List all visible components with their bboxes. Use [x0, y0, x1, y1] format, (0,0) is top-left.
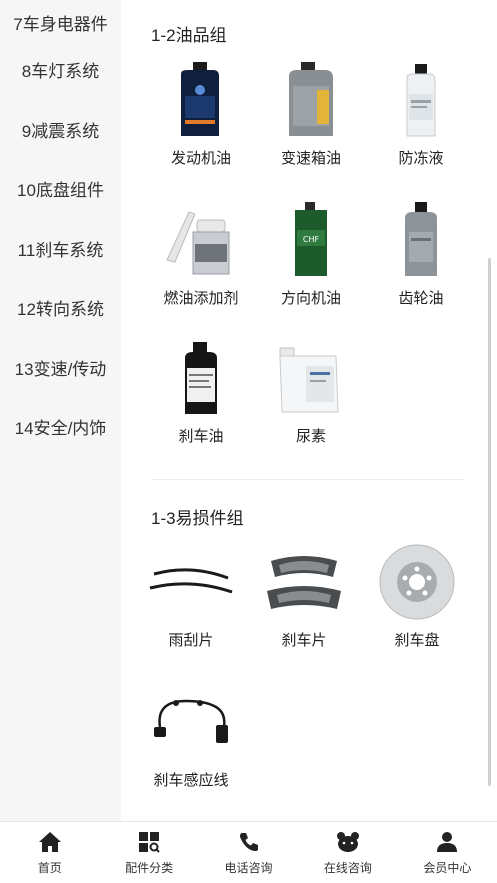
product-brake-sensor-wire[interactable]: 刹车感应线 [131, 682, 251, 790]
fuel-additive-can-image [141, 200, 261, 280]
product-steering-oil[interactable]: CHF 方向机油 [251, 200, 371, 308]
product-label: 变速箱油 [280, 150, 341, 167]
content-scrollbar[interactable] [488, 258, 491, 786]
nav-member[interactable]: 会员中心 [398, 822, 497, 883]
bottom-navigation: 首页 配件分类 电话咨询 在线咨询 会员中心 [0, 821, 497, 883]
brake-disc-image [357, 542, 477, 622]
user-icon [434, 830, 460, 854]
brake-fluid-bottle-image [141, 338, 261, 418]
section-title-wear-parts: 1-3易损件组 [151, 509, 244, 528]
product-label: 刹车盘 [394, 632, 440, 649]
product-gear-oil[interactable]: 齿轮油 [361, 200, 481, 308]
product-label: 燃油添加剂 [163, 290, 239, 307]
nav-label: 电话咨询 [224, 861, 273, 875]
nav-home[interactable]: 首页 [0, 822, 99, 883]
wiper-blades-image [131, 542, 251, 622]
product-list[interactable]: 1-2油品组 发动机油 变速箱油 防冻液 燃油添加剂 CHF 方向机油 齿轮油 … [121, 0, 497, 821]
sidebar-item-body-electrical[interactable]: 7车身电器件 [0, 0, 121, 40]
sidebar-item-lighting[interactable]: 8车灯系统 [0, 40, 121, 100]
steering-oil-can-image: CHF [251, 200, 371, 280]
chat-icon [335, 830, 361, 854]
product-label: 刹车片 [281, 632, 327, 649]
urea-container-image [251, 338, 371, 418]
sidebar-item-transmission[interactable]: 13变速/传动 [0, 338, 121, 398]
product-label: 方向机油 [280, 290, 341, 307]
product-label: 发动机油 [170, 150, 231, 167]
brake-pads-image [244, 542, 364, 622]
product-antifreeze[interactable]: 防冻液 [361, 60, 481, 168]
brake-sensor-wire-image [131, 682, 251, 762]
product-brake-pads[interactable]: 刹车片 [244, 542, 364, 650]
product-label: 尿素 [295, 428, 326, 445]
product-label: 刹车感应线 [153, 772, 229, 789]
sidebar-item-suspension[interactable]: 9减震系统 [0, 100, 121, 160]
engine-oil-bottle-image [141, 60, 261, 140]
nav-label: 会员中心 [423, 861, 472, 875]
nav-label: 在线咨询 [323, 861, 372, 875]
sidebar-item-steering[interactable]: 12转向系统 [0, 278, 121, 338]
product-label: 雨刮片 [168, 632, 214, 649]
svg-text:CHF: CHF [303, 235, 320, 244]
antifreeze-bottle-image [361, 60, 481, 140]
sidebar-item-safety-interior[interactable]: 14安全/内饰 [0, 397, 121, 457]
section-divider [151, 479, 465, 480]
product-brake-fluid[interactable]: 刹车油 [141, 338, 261, 446]
section-title-oils: 1-2油品组 [151, 26, 227, 45]
phone-icon [236, 830, 262, 854]
product-fuel-additive[interactable]: 燃油添加剂 [141, 200, 261, 308]
transmission-oil-bottle-image [251, 60, 371, 140]
product-label: 齿轮油 [398, 290, 444, 307]
product-label: 防冻液 [398, 150, 444, 167]
nav-label: 配件分类 [125, 861, 174, 875]
category-sidebar[interactable]: 7车身电器件 8车灯系统 9减震系统 10底盘组件 11刹车系统 12转向系统 … [0, 0, 121, 821]
nav-phone[interactable]: 电话咨询 [199, 822, 298, 883]
product-label: 刹车油 [178, 428, 224, 445]
sidebar-item-brakes[interactable]: 11刹车系统 [0, 219, 121, 279]
nav-chat[interactable]: 在线咨询 [298, 822, 397, 883]
product-transmission-oil[interactable]: 变速箱油 [251, 60, 371, 168]
product-engine-oil[interactable]: 发动机油 [141, 60, 261, 168]
category-icon [136, 830, 162, 854]
gear-oil-bottle-image [361, 200, 481, 280]
product-brake-disc[interactable]: 刹车盘 [357, 542, 477, 650]
sidebar-item-chassis[interactable]: 10底盘组件 [0, 159, 121, 219]
product-wiper-blades[interactable]: 雨刮片 [131, 542, 251, 650]
nav-category[interactable]: 配件分类 [99, 822, 198, 883]
nav-label: 首页 [37, 861, 62, 875]
home-icon [37, 830, 63, 854]
product-urea[interactable]: 尿素 [251, 338, 371, 446]
